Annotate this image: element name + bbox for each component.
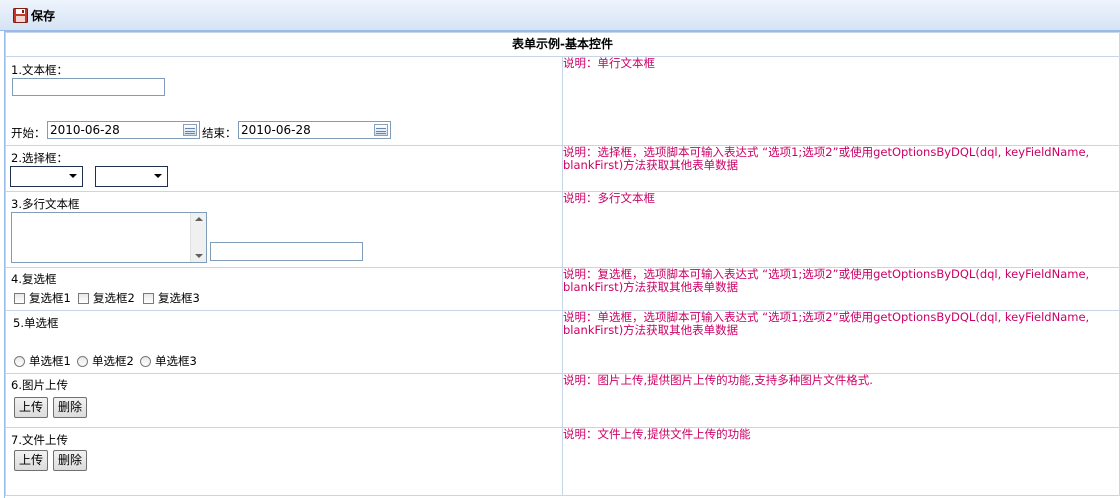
select-dropdown-1[interactable] xyxy=(10,166,83,187)
radio-option-3[interactable]: 单选框3 xyxy=(140,353,197,369)
image-upload-label: 6.图片上传 xyxy=(11,378,68,392)
start-date-label: 开始： xyxy=(11,126,46,140)
textbox-description: 说明：单行文本框 xyxy=(562,56,1120,146)
checkbox[interactable] xyxy=(143,292,154,304)
textarea-label: 3.多行文本框 xyxy=(11,197,80,211)
textarea-description: 说明：多行文本框 xyxy=(562,191,1120,268)
checkbox[interactable] xyxy=(14,292,25,304)
form-table: 表单示例-基本控件 1.文本框： 开始： 2010-06-28 结束： 2010… xyxy=(5,32,1120,496)
start-date-field[interactable]: 2010-06-28 xyxy=(47,121,200,139)
radio-option-2[interactable]: 单选框2 xyxy=(77,353,134,369)
form-row-file-upload: 7.文件上传 上传 删除 说明：文件上传,提供文件上传的功能 xyxy=(5,427,1120,496)
toolbar: 保存 xyxy=(0,0,1120,31)
radio-option-label: 单选框1 xyxy=(29,354,71,368)
form-row-textbox: 1.文本框： 开始： 2010-06-28 结束： 2010-06-28 说明：… xyxy=(5,56,1120,146)
file-upload-label: 7.文件上传 xyxy=(11,433,68,447)
textarea-input[interactable] xyxy=(11,212,207,263)
select-dropdown-2[interactable] xyxy=(95,166,168,187)
form-row-checkbox: 4.复选框 复选框1 复选框2 复选框3 说明：复选框，选项脚本可输入表达式 “… xyxy=(5,267,1120,311)
image-upload-description: 说明：图片上传,提供图片上传的功能,支持多种图片文件格式. xyxy=(562,373,1120,428)
form-row-image-upload: 6.图片上传 上传 删除 说明：图片上传,提供图片上传的功能,支持多种图片文件格… xyxy=(5,373,1120,428)
text-input[interactable] xyxy=(12,78,165,96)
scroll-down-icon[interactable] xyxy=(195,254,203,258)
end-date-field[interactable]: 2010-06-28 xyxy=(238,121,391,139)
form-row-radio: 5.单选框 单选框1 单选框2 单选框3 说明：单选框，选项脚本可输入表达式 “… xyxy=(5,310,1120,374)
save-button-label: 保存 xyxy=(31,9,56,23)
scroll-up-icon[interactable] xyxy=(195,217,203,221)
radio-label: 5.单选框 xyxy=(13,316,59,330)
calendar-icon[interactable] xyxy=(374,124,388,136)
radio-button[interactable] xyxy=(14,355,25,367)
start-date-value: 2010-06-28 xyxy=(50,123,120,137)
radio-option-1[interactable]: 单选框1 xyxy=(14,353,71,369)
end-date-label: 结束： xyxy=(202,126,237,140)
image-upload-button[interactable]: 上传 xyxy=(14,397,49,418)
form-title: 表单示例-基本控件 xyxy=(5,32,1120,57)
calendar-icon[interactable] xyxy=(183,124,197,136)
end-date-value: 2010-06-28 xyxy=(241,123,311,137)
file-upload-button[interactable]: 上传 xyxy=(14,450,49,471)
chevron-down-icon xyxy=(69,174,77,178)
form-row-select: 2.选择框： 说明：选择框，选项脚本可输入表达式 “选项1;选项2”或使用get… xyxy=(5,145,1120,192)
radio-option-label: 单选框2 xyxy=(92,354,134,368)
radio-button[interactable] xyxy=(77,355,88,367)
radio-button[interactable] xyxy=(140,355,151,367)
save-button[interactable]: 保存 xyxy=(13,7,55,24)
textbox-label: 1.文本框： xyxy=(11,63,68,77)
text-input-secondary[interactable] xyxy=(210,242,363,261)
checkbox-option-1[interactable]: 复选框1 xyxy=(14,290,71,306)
select-description: 说明：选择框，选项脚本可输入表达式 “选项1;选项2”或使用getOptions… xyxy=(562,145,1120,192)
checkbox-option-label: 复选框3 xyxy=(158,291,200,305)
radio-description: 说明：单选框，选项脚本可输入表达式 “选项1;选项2”或使用getOptions… xyxy=(562,310,1120,374)
checkbox-description: 说明：复选框，选项脚本可输入表达式 “选项1;选项2”或使用getOptions… xyxy=(562,267,1120,311)
select-label: 2.选择框： xyxy=(11,151,68,165)
chevron-down-icon xyxy=(154,174,162,178)
floppy-disk-icon xyxy=(13,8,28,23)
checkbox-option-3[interactable]: 复选框3 xyxy=(143,290,200,306)
scrollbar[interactable] xyxy=(190,213,206,262)
checkbox-option-label: 复选框2 xyxy=(93,291,135,305)
checkbox-label: 4.复选框 xyxy=(11,272,57,286)
file-delete-button[interactable]: 删除 xyxy=(53,450,88,471)
file-upload-description: 说明：文件上传,提供文件上传的功能 xyxy=(562,427,1120,496)
checkbox[interactable] xyxy=(78,292,89,304)
checkbox-option-2[interactable]: 复选框2 xyxy=(78,290,135,306)
checkbox-option-label: 复选框1 xyxy=(29,291,71,305)
image-delete-button[interactable]: 删除 xyxy=(53,397,88,418)
radio-option-label: 单选框3 xyxy=(155,354,197,368)
form-row-textarea: 3.多行文本框 说明：多行文本框 xyxy=(5,191,1120,268)
